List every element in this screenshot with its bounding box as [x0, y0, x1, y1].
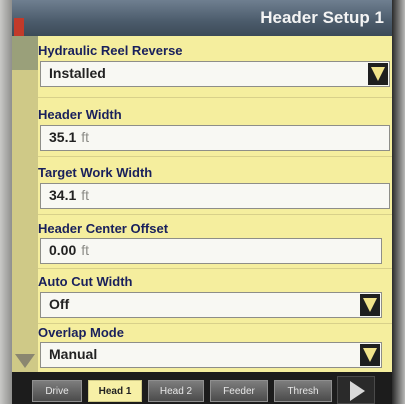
divider: [38, 268, 392, 269]
triangle-down-icon[interactable]: [368, 63, 388, 85]
tab-thresh[interactable]: Thresh: [274, 380, 332, 402]
tab-head-1[interactable]: Head 1: [88, 380, 142, 402]
tab-feeder[interactable]: Feeder: [210, 380, 268, 402]
header-width-value: 35.1: [49, 129, 77, 145]
header-center-offset-label: Header Center Offset: [38, 221, 169, 236]
corner-chip: [14, 18, 24, 36]
sidebar-icon: [12, 36, 38, 70]
scroll-down-icon[interactable]: [15, 354, 35, 368]
triangle-down-icon[interactable]: [360, 294, 380, 316]
header-width-unit: ft: [81, 129, 90, 145]
header-width-label: Header Width: [38, 107, 122, 122]
header-center-offset-field[interactable]: 0.00 ft: [40, 238, 382, 264]
hydraulic-reel-reverse-label: Hydraulic Reel Reverse: [38, 43, 183, 58]
tab-bar: Drive Head 1 Head 2 Feeder Thresh: [12, 372, 392, 404]
title-bar: Header Setup 1: [12, 0, 392, 36]
hydraulic-reel-reverse-dropdown[interactable]: Installed: [40, 61, 390, 87]
triangle-right-icon[interactable]: [337, 376, 375, 404]
overlap-mode-label: Overlap Mode: [38, 325, 124, 340]
triangle-down-icon[interactable]: [360, 344, 380, 366]
auto-cut-width-value: Off: [49, 296, 70, 312]
auto-cut-width-label: Auto Cut Width: [38, 274, 133, 289]
header-center-offset-unit: ft: [81, 242, 90, 258]
header-width-field[interactable]: 35.1 ft: [40, 125, 390, 151]
overlap-mode-dropdown[interactable]: Manual: [40, 342, 382, 368]
display-frame: Header Setup 1 Hydraulic Reel Reverse In…: [12, 0, 392, 404]
target-work-width-value: 34.1: [49, 187, 77, 203]
auto-cut-width-dropdown[interactable]: Off: [40, 292, 382, 318]
tab-head-2[interactable]: Head 2: [148, 380, 204, 402]
target-work-width-label: Target Work Width: [38, 165, 153, 180]
page-title: Header Setup 1: [260, 8, 384, 27]
settings-panel: Hydraulic Reel Reverse Installed Header …: [12, 36, 392, 372]
target-work-width-field[interactable]: 34.1 ft: [40, 183, 390, 209]
divider: [38, 97, 392, 98]
overlap-mode-value: Manual: [49, 346, 98, 362]
tab-drive[interactable]: Drive: [32, 380, 82, 402]
target-work-width-unit: ft: [81, 187, 90, 203]
divider: [38, 214, 392, 215]
header-center-offset-value: 0.00: [49, 242, 77, 258]
left-sidebar: [12, 36, 38, 372]
hydraulic-reel-reverse-value: Installed: [49, 65, 106, 81]
divider: [38, 156, 392, 157]
left-edge: [0, 0, 12, 404]
right-edge: [392, 0, 405, 404]
